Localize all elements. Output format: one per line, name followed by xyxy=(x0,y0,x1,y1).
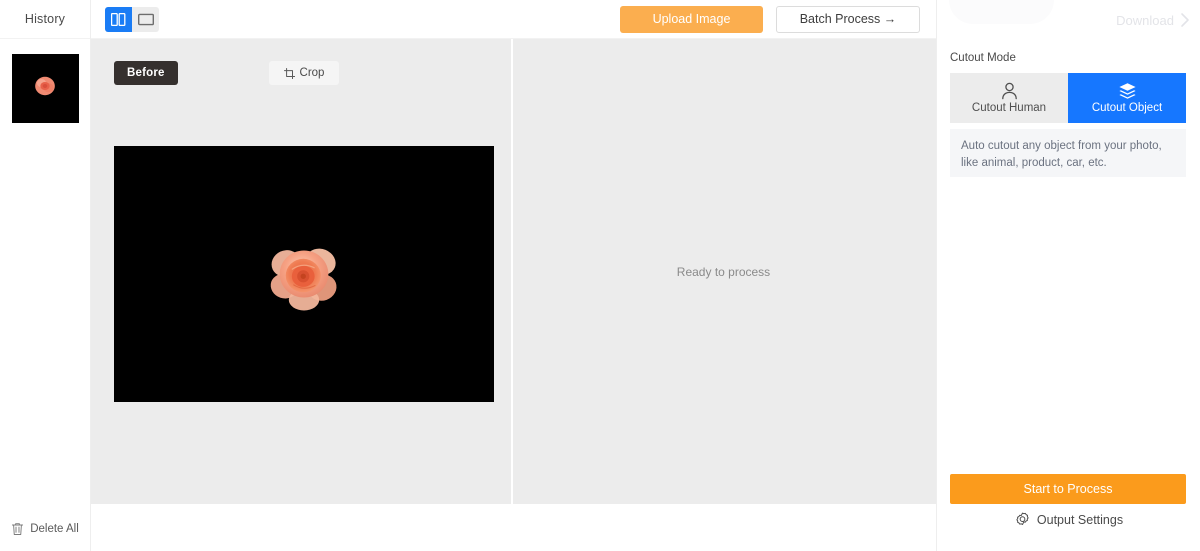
layers-icon xyxy=(1118,82,1136,99)
single-view-button[interactable] xyxy=(132,6,159,32)
rose-thumbnail-icon xyxy=(35,77,55,96)
canvas-bottom-strip xyxy=(91,504,936,551)
editor-canvas: Before Crop Ready to process xyxy=(91,39,936,504)
cutout-mode-label: Cutout Mode xyxy=(950,52,1016,64)
crop-button[interactable]: Crop xyxy=(269,61,339,85)
crop-icon xyxy=(283,67,295,79)
cutout-human-label: Cutout Human xyxy=(971,101,1047,114)
split-view-icon xyxy=(111,12,126,26)
cutout-mode-group: Cutout Human Cutout Object xyxy=(950,73,1186,123)
split-view-button[interactable] xyxy=(105,6,132,32)
rose-image-graphic xyxy=(270,248,337,311)
chevron-right-icon xyxy=(1181,13,1189,27)
start-to-process-button[interactable]: Start to Process xyxy=(950,474,1186,504)
panel-background-shape xyxy=(949,0,1054,24)
gear-icon xyxy=(1016,512,1029,525)
ready-status-text: Ready to process xyxy=(676,264,771,279)
cutout-human-button[interactable]: Cutout Human xyxy=(950,73,1068,123)
delete-all-button[interactable]: Delete All xyxy=(0,506,90,551)
settings-panel: Download Cutout Mode Cutout Human Cutout… xyxy=(936,0,1200,551)
before-pane: Before Crop xyxy=(91,39,513,504)
app-root: History Delete All Upload Image Batch Pr… xyxy=(0,0,1200,551)
upload-image-button[interactable]: Upload Image xyxy=(620,5,763,33)
delete-all-label: Delete All xyxy=(30,522,79,535)
download-label: Download xyxy=(1116,12,1174,28)
single-view-icon xyxy=(137,13,154,25)
history-list xyxy=(0,39,90,124)
view-mode-toggle xyxy=(105,6,159,32)
cutout-object-button[interactable]: Cutout Object xyxy=(1068,73,1186,123)
trash-icon xyxy=(12,522,24,535)
output-settings-label: Output Settings xyxy=(1036,512,1124,527)
toolbar-actions: Upload Image Batch Process → xyxy=(620,5,920,33)
crop-label: Crop xyxy=(299,67,325,79)
person-icon xyxy=(1001,82,1017,99)
batch-process-button[interactable]: Batch Process → xyxy=(776,5,920,33)
output-settings-button[interactable]: Output Settings xyxy=(937,512,1200,527)
before-badge: Before xyxy=(114,61,178,85)
cutout-mode-description: Auto cutout any object from your photo, … xyxy=(950,129,1186,177)
history-title: History xyxy=(24,12,66,26)
toolbar: Upload Image Batch Process → xyxy=(91,0,936,39)
history-sidebar: History Delete All xyxy=(0,0,91,551)
cutout-object-label: Cutout Object xyxy=(1091,101,1163,114)
history-thumbnail-item[interactable] xyxy=(10,53,80,124)
history-header: History xyxy=(0,0,90,39)
before-image[interactable] xyxy=(114,146,494,402)
download-button[interactable]: Download xyxy=(1116,10,1192,30)
after-pane: Ready to process xyxy=(513,39,934,504)
